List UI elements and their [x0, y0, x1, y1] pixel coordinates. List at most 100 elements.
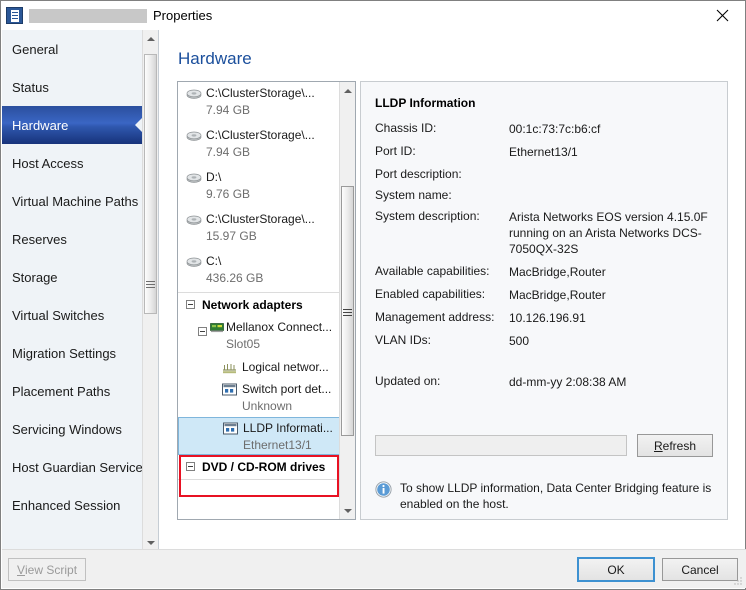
lldp-row-updated-on: Updated on: dd-mm-yy 2:08:38 AM — [375, 374, 713, 390]
refresh-area: Refresh — [375, 434, 713, 457]
sidebar-item-servicing-windows[interactable]: Servicing Windows — [2, 410, 143, 448]
device-scroll-down-icon[interactable] — [340, 502, 355, 519]
network-card-icon — [210, 321, 225, 333]
lldp-row-port-description: Port description: — [375, 167, 713, 181]
sidebar-item-general[interactable]: General — [2, 30, 143, 68]
sidebar-item-virtual-machine-paths[interactable]: Virtual Machine Paths — [2, 182, 143, 220]
disk-name: C:\ — [206, 253, 340, 270]
sidebar-item-label: Host Guardian Service — [12, 460, 143, 475]
cancel-button-label: Cancel — [681, 563, 718, 577]
lldp-row-available-capabilities: Available capabilities: MacBridge,Router — [375, 264, 713, 280]
collapse-icon[interactable] — [186, 462, 195, 471]
disk-name: C:\ClusterStorage\... — [206, 211, 340, 228]
sidebar-item-clipped[interactable] — [2, 524, 143, 544]
device-tree-list: C:\ClusterStorage\... 7.94 GB C:\Cluster… — [178, 82, 340, 520]
info-icon — [375, 481, 392, 498]
sidebar-item-label: Servicing Windows — [12, 422, 122, 437]
field-label: Enabled capabilities: — [375, 287, 509, 303]
sidebar-item-enhanced-session[interactable]: Enhanced Session — [2, 486, 143, 524]
field-label: VLAN IDs: — [375, 333, 509, 349]
lldp-information-icon — [223, 422, 238, 435]
tree-leaf-logical-network[interactable]: Logical networ... — [178, 355, 340, 379]
view-script-button[interactable]: View Script — [8, 558, 86, 581]
lldp-row-system-name: System name: — [375, 188, 713, 202]
device-tree-panel: C:\ClusterStorage\... 7.94 GB C:\Cluster… — [177, 81, 356, 520]
sidebar-item-reserves[interactable]: Reserves — [2, 220, 143, 258]
refresh-button[interactable]: Refresh — [637, 434, 713, 457]
switch-port-icon — [222, 383, 237, 396]
splitter-grip-icon — [146, 281, 155, 282]
collapse-icon[interactable] — [186, 300, 195, 309]
device-scroll-thumb[interactable] — [341, 186, 354, 436]
chevron-up-icon — [147, 37, 155, 41]
refresh-accelerator: R — [654, 439, 663, 453]
window-title: Properties — [153, 8, 212, 23]
disk-size: 7.94 GB — [206, 102, 340, 119]
sidebar-item-label: Placement Paths — [12, 384, 110, 399]
sidebar-item-host-access[interactable]: Host Access — [2, 144, 143, 182]
sidebar-item-label: Virtual Switches — [12, 308, 104, 323]
list-item[interactable]: D:\ 9.76 GB — [178, 166, 340, 208]
sidebar-item-label: Virtual Machine Paths — [12, 194, 138, 209]
disk-icon — [186, 257, 202, 268]
field-label: Port ID: — [375, 144, 509, 160]
cancel-button[interactable]: Cancel — [662, 558, 738, 581]
tree-group-label: Network adapters — [202, 298, 303, 312]
device-scroll-up-icon[interactable] — [340, 82, 355, 99]
titlebar: Properties — [1, 1, 745, 30]
field-label: Chassis ID: — [375, 121, 509, 137]
field-label: System name: — [375, 188, 509, 202]
sidebar-item-migration-settings[interactable]: Migration Settings — [2, 334, 143, 372]
sidebar-item-label: Storage — [12, 270, 58, 285]
lldp-information-panel: LLDP Information Chassis ID: 00:1c:73:7c… — [360, 81, 728, 520]
ok-button[interactable]: OK — [578, 558, 654, 581]
sidebar-item-status[interactable]: Status — [2, 68, 143, 106]
tree-group-network-adapters[interactable]: Network adapters — [178, 293, 340, 317]
lldp-row-enabled-capabilities: Enabled capabilities: MacBridge,Router — [375, 287, 713, 303]
lldp-row-system-description: System description: Arista Networks EOS … — [375, 209, 713, 257]
field-value: 00:1c:73:7c:b6:cf — [509, 121, 600, 137]
divider — [178, 479, 340, 480]
page-title: Hardware — [178, 49, 252, 69]
sidebar-item-label: Enhanced Session — [12, 498, 120, 513]
tree-leaf-lldp-information[interactable]: LLDP Informati... Ethernet13/1 — [178, 417, 340, 455]
device-tree-scrollbar[interactable] — [339, 82, 355, 519]
list-item[interactable]: C:\ClusterStorage\... 7.94 GB — [178, 124, 340, 166]
switch-port-status: Unknown — [242, 398, 340, 415]
resize-grip-icon[interactable] — [732, 575, 744, 587]
sidebar-item-host-guardian-service[interactable]: Host Guardian Service — [2, 448, 143, 486]
list-item[interactable]: C:\ 436.26 GB — [178, 250, 340, 292]
lldp-port: Ethernet13/1 — [243, 437, 339, 454]
sidebar-item-storage[interactable]: Storage — [2, 258, 143, 296]
sidebar-item-hardware[interactable]: Hardware — [2, 106, 143, 144]
sidebar-item-label: Host Access — [12, 156, 84, 171]
tree-node-adapter[interactable]: Mellanox Connect... Slot05 — [178, 317, 340, 355]
properties-dialog: Properties General Status Hardware Host … — [0, 0, 746, 590]
lldp-row-port-id: Port ID: Ethernet13/1 — [375, 144, 713, 160]
logical-network-icon — [222, 361, 237, 374]
sidebar-scroll-up-icon[interactable] — [143, 30, 158, 47]
tree-group-label: DVD / CD-ROM drives — [202, 460, 325, 474]
adapter-slot: Slot05 — [226, 336, 340, 353]
panel-splitter[interactable] — [145, 256, 156, 306]
logical-network-label: Logical networ... — [242, 359, 329, 376]
sidebar-list: General Status Hardware Host Access Virt… — [2, 30, 143, 551]
chevron-down-icon — [147, 541, 155, 545]
close-icon[interactable] — [699, 1, 745, 30]
lldp-note-text: To show LLDP information, Data Center Br… — [400, 480, 713, 512]
disk-name: C:\ClusterStorage\... — [206, 85, 340, 102]
list-item[interactable]: C:\ClusterStorage\... 15.97 GB — [178, 208, 340, 250]
list-item[interactable]: C:\ClusterStorage\... 7.94 GB — [178, 82, 340, 124]
refresh-input[interactable] — [375, 435, 627, 456]
field-label: Available capabilities: — [375, 264, 509, 280]
disk-icon — [186, 215, 202, 226]
field-value: 500 — [509, 333, 529, 349]
tree-leaf-switch-port[interactable]: Switch port det... Unknown — [178, 379, 340, 417]
field-value: Arista Networks EOS version 4.15.0F runn… — [509, 209, 713, 257]
collapse-icon[interactable] — [198, 327, 207, 336]
sidebar-item-virtual-switches[interactable]: Virtual Switches — [2, 296, 143, 334]
disk-size: 7.94 GB — [206, 144, 340, 161]
sidebar-item-placement-paths[interactable]: Placement Paths — [2, 372, 143, 410]
lldp-note: To show LLDP information, Data Center Br… — [375, 480, 713, 512]
tree-group-dvd-cdrom-drives[interactable]: DVD / CD-ROM drives — [178, 455, 340, 479]
